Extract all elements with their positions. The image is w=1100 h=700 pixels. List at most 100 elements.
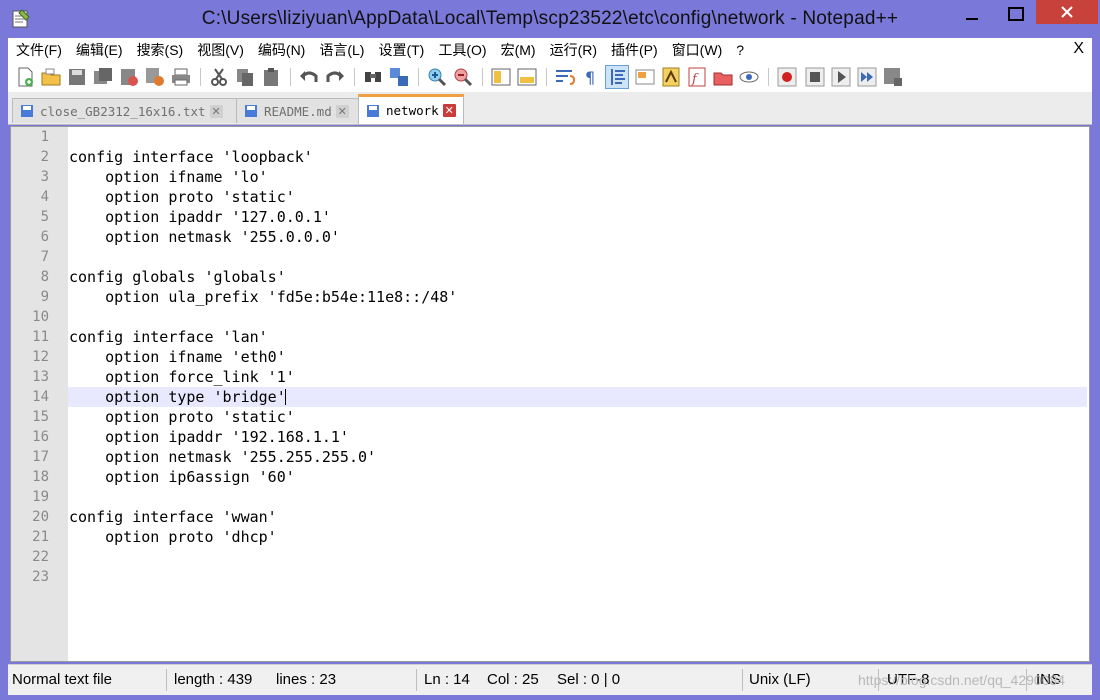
zoom-out-icon[interactable] bbox=[452, 66, 474, 88]
document-map-icon[interactable] bbox=[660, 66, 682, 88]
undo-icon[interactable] bbox=[298, 66, 320, 88]
editor-line[interactable]: 9 option ula_prefix 'fd5e:b54e:11e8::/48… bbox=[11, 287, 1089, 307]
line-text[interactable] bbox=[68, 307, 1087, 327]
line-text[interactable] bbox=[68, 567, 1087, 587]
monitoring-icon[interactable] bbox=[738, 66, 760, 88]
sync-vertical-icon[interactable] bbox=[490, 66, 512, 88]
menu-encoding[interactable]: 编码(N) bbox=[251, 40, 312, 60]
line-text[interactable]: option type 'bridge' bbox=[68, 387, 1087, 407]
editor-line[interactable]: 13 option force_link '1' bbox=[11, 367, 1089, 387]
cut-icon[interactable] bbox=[208, 66, 230, 88]
stop-recording-icon[interactable] bbox=[804, 66, 826, 88]
line-text[interactable]: option proto 'dhcp' bbox=[68, 527, 1087, 547]
editor-line[interactable]: 2 config interface 'loopback' bbox=[11, 147, 1089, 167]
save-macro-icon[interactable] bbox=[882, 66, 904, 88]
tab-close-icon[interactable]: ✕ bbox=[335, 104, 349, 118]
save-all-icon[interactable] bbox=[92, 66, 114, 88]
editor-line[interactable]: 12 option ifname 'eth0' bbox=[11, 347, 1089, 367]
line-text[interactable] bbox=[68, 127, 1087, 147]
replace-icon[interactable] bbox=[388, 66, 410, 88]
editor-line[interactable]: 11 config interface 'lan' bbox=[11, 327, 1089, 347]
menu-file[interactable]: 文件(F) bbox=[8, 40, 69, 60]
editor-line[interactable]: 19 bbox=[11, 487, 1089, 507]
user-defined-language-icon[interactable] bbox=[634, 66, 656, 88]
record-macro-icon[interactable] bbox=[776, 66, 798, 88]
indent-guide-icon[interactable] bbox=[605, 65, 629, 89]
menu-run[interactable]: 运行(R) bbox=[543, 40, 604, 60]
copy-icon[interactable] bbox=[234, 66, 256, 88]
line-text[interactable]: option ifname 'lo' bbox=[68, 167, 1087, 187]
editor-line[interactable]: 16 option ipaddr '192.168.1.1' bbox=[11, 427, 1089, 447]
line-text[interactable]: option proto 'static' bbox=[68, 187, 1087, 207]
function-list-icon[interactable]: f bbox=[686, 66, 708, 88]
new-file-icon[interactable] bbox=[14, 66, 36, 88]
close-window-button[interactable] bbox=[1036, 0, 1098, 24]
editor-line[interactable]: 17 option netmask '255.255.255.0' bbox=[11, 447, 1089, 467]
editor-line[interactable]: 4 option proto 'static' bbox=[11, 187, 1089, 207]
maximize-button[interactable] bbox=[996, 0, 1036, 28]
line-text[interactable]: config interface 'lan' bbox=[68, 327, 1087, 347]
run-macro-multiple-icon[interactable] bbox=[856, 66, 878, 88]
paste-icon[interactable] bbox=[260, 66, 282, 88]
line-text[interactable]: option ifname 'eth0' bbox=[68, 347, 1087, 367]
line-text[interactable] bbox=[68, 247, 1087, 267]
editor-line[interactable]: 8 config globals 'globals' bbox=[11, 267, 1089, 287]
close-all-icon[interactable] bbox=[144, 66, 166, 88]
editor-line[interactable]: 18 option ip6assign '60' bbox=[11, 467, 1089, 487]
title-bar[interactable]: C:\Users\liziyuan\AppData\Local\Temp\scp… bbox=[0, 0, 1100, 38]
line-text[interactable]: option proto 'static' bbox=[68, 407, 1087, 427]
tab-close-icon[interactable]: ✕ bbox=[442, 104, 456, 117]
tab-close-gb2312[interactable]: close_GB2312_16x16.txt ✕ bbox=[12, 98, 240, 123]
save-icon[interactable] bbox=[66, 66, 88, 88]
line-text[interactable]: config interface 'loopback' bbox=[68, 147, 1087, 167]
menu-language[interactable]: 语言(L) bbox=[312, 40, 371, 60]
tab-network[interactable]: network ✕ bbox=[358, 94, 464, 124]
editor-line[interactable]: 7 bbox=[11, 247, 1089, 267]
menu-view[interactable]: 视图(V) bbox=[190, 40, 251, 60]
editor-line[interactable]: 14 option type 'bridge' bbox=[11, 387, 1089, 407]
line-text[interactable]: option netmask '255.0.0.0' bbox=[68, 227, 1087, 247]
line-text[interactable]: option ip6assign '60' bbox=[68, 467, 1087, 487]
editor-line[interactable]: 21 option proto 'dhcp' bbox=[11, 527, 1089, 547]
tab-readme[interactable]: README.md ✕ bbox=[236, 98, 360, 123]
print-icon[interactable] bbox=[170, 66, 192, 88]
close-document-button[interactable]: X bbox=[1073, 40, 1084, 58]
line-text[interactable]: config globals 'globals' bbox=[68, 267, 1087, 287]
menu-help[interactable]: ? bbox=[729, 42, 751, 58]
word-wrap-icon[interactable] bbox=[554, 66, 576, 88]
line-text[interactable] bbox=[68, 487, 1087, 507]
editor-line[interactable]: 10 bbox=[11, 307, 1089, 327]
line-text[interactable]: option ipaddr '127.0.0.1' bbox=[68, 207, 1087, 227]
menu-plugins[interactable]: 插件(P) bbox=[604, 40, 665, 60]
editor-line[interactable]: 20 config interface 'wwan' bbox=[11, 507, 1089, 527]
editor-line[interactable]: 6 option netmask '255.0.0.0' bbox=[11, 227, 1089, 247]
line-text[interactable]: option force_link '1' bbox=[68, 367, 1087, 387]
open-file-icon[interactable] bbox=[40, 66, 62, 88]
status-eol[interactable]: Unix (LF) bbox=[749, 665, 811, 695]
menu-tools[interactable]: 工具(O) bbox=[431, 40, 493, 60]
text-editor[interactable]: 1 2 config interface 'loopback' 3 option if… bbox=[10, 126, 1090, 662]
line-text[interactable]: option netmask '255.255.255.0' bbox=[68, 447, 1087, 467]
find-icon[interactable] bbox=[362, 66, 384, 88]
sync-horizontal-icon[interactable] bbox=[516, 66, 538, 88]
menu-settings[interactable]: 设置(T) bbox=[371, 40, 431, 60]
tab-close-icon[interactable]: ✕ bbox=[209, 104, 223, 118]
editor-line[interactable]: 1 bbox=[11, 127, 1089, 147]
redo-icon[interactable] bbox=[324, 66, 346, 88]
line-text[interactable]: option ula_prefix 'fd5e:b54e:11e8::/48' bbox=[68, 287, 1087, 307]
editor-line[interactable]: 5 option ipaddr '127.0.0.1' bbox=[11, 207, 1089, 227]
editor-line[interactable]: 3 option ifname 'lo' bbox=[11, 167, 1089, 187]
show-all-characters-icon[interactable]: ¶ bbox=[580, 66, 602, 88]
folder-as-workspace-icon[interactable] bbox=[712, 66, 734, 88]
line-text[interactable]: config interface 'wwan' bbox=[68, 507, 1087, 527]
editor-line[interactable]: 22 bbox=[11, 547, 1089, 567]
zoom-in-icon[interactable] bbox=[426, 66, 448, 88]
editor-line[interactable]: 23 bbox=[11, 567, 1089, 587]
editor-line[interactable]: 15 option proto 'static' bbox=[11, 407, 1089, 427]
playback-macro-icon[interactable] bbox=[830, 66, 852, 88]
menu-edit[interactable]: 编辑(E) bbox=[69, 40, 130, 60]
line-text[interactable] bbox=[68, 547, 1087, 567]
menu-window[interactable]: 窗口(W) bbox=[665, 40, 730, 60]
menu-macro[interactable]: 宏(M) bbox=[494, 40, 543, 60]
line-text[interactable]: option ipaddr '192.168.1.1' bbox=[68, 427, 1087, 447]
